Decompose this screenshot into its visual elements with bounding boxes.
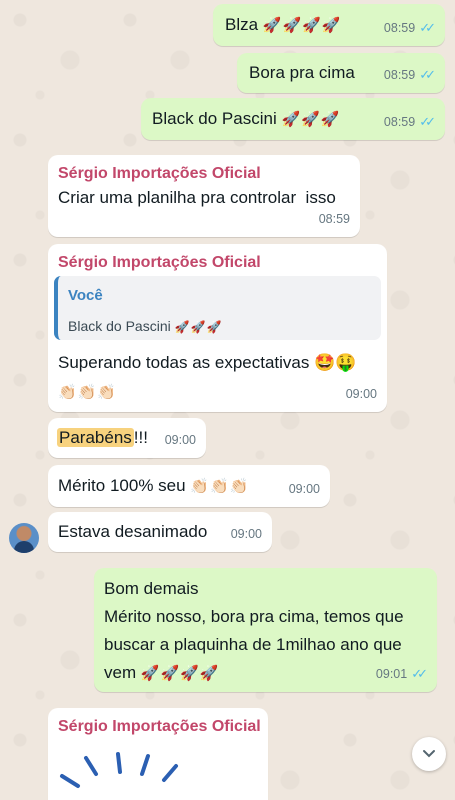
message-meta: 08:59 — [319, 207, 350, 231]
message-meta: 08:59 ✓✓ — [383, 63, 436, 87]
scroll-to-bottom-button[interactable] — [412, 737, 446, 771]
chevron-down-icon — [423, 750, 435, 758]
sticker-image — [60, 752, 178, 788]
sender-avatar[interactable] — [9, 523, 39, 553]
incoming-message[interactable]: Sérgio Importações Oficial — [48, 708, 268, 800]
quote-author: Você — [68, 287, 103, 304]
message-text: Superando todas as expectativas — [58, 353, 310, 372]
message-time: 09:00 — [164, 433, 196, 447]
message-text: Bora pra cima — [249, 63, 355, 82]
quote-text: Black do Pascini — [68, 318, 171, 334]
message-meta: 09:00 — [346, 382, 377, 406]
message-time: 08:59 — [383, 21, 416, 35]
rocket-emoji: 🚀🚀🚀🚀 — [262, 17, 342, 34]
message-time: 09:01 — [375, 667, 408, 681]
message-meta: 08:59 ✓✓ — [383, 110, 436, 134]
incoming-message[interactable]: Mérito 100% seu 👏🏻👏🏻👏🏻 09:00 — [48, 465, 330, 507]
message-text: Black do Pascini — [152, 109, 277, 128]
message-text: Mérito 100% seu — [58, 476, 186, 495]
outgoing-message[interactable]: Bora pra cima 08:59 ✓✓ — [237, 53, 445, 93]
incoming-message[interactable]: Sérgio Importações Oficial Criar uma pla… — [48, 155, 360, 237]
message-time: 08:59 — [383, 115, 416, 129]
read-ticks-icon: ✓✓ — [411, 666, 428, 681]
clap-emoji: 👏🏻👏🏻👏🏻 — [58, 384, 118, 401]
message-time: 09:00 — [288, 482, 320, 496]
message-text: Estava desanimado — [58, 522, 208, 541]
message-text: Criar uma planilha pra controlar isso — [58, 188, 336, 207]
emoji-text: 🤩🤑 — [314, 353, 357, 372]
message-text: Blza — [225, 15, 259, 34]
rocket-emoji: 🚀🚀🚀 — [174, 320, 223, 334]
outgoing-message[interactable]: Blza 🚀🚀🚀🚀 08:59 ✓✓ — [213, 4, 445, 46]
message-line: Bom demais — [104, 579, 199, 598]
message-time: 08:59 — [318, 212, 350, 226]
quoted-message[interactable]: Você Black do Pascini 🚀🚀🚀 — [54, 276, 381, 340]
message-line: buscar a plaquinha de 1milhao ano que — [104, 635, 402, 654]
message-text: !!! — [133, 428, 148, 447]
message-meta: 09:01 ✓✓ — [375, 662, 428, 686]
message-line: vem — [104, 663, 137, 682]
outgoing-message[interactable]: Bom demais Mérito nosso, bora pra cima, … — [94, 568, 437, 692]
message-time: 08:59 — [383, 68, 416, 82]
message-time: 09:00 — [345, 387, 377, 401]
message-line: Mérito nosso, bora pra cima, temos que — [104, 607, 404, 626]
message-meta: 08:59 ✓✓ — [383, 16, 436, 40]
message-meta: 09:00 — [165, 428, 196, 452]
highlighted-text: Parabéns — [57, 428, 134, 447]
incoming-message[interactable]: Sérgio Importações Oficial Você Black do… — [48, 244, 387, 412]
rocket-emoji: 🚀🚀🚀 — [281, 111, 341, 128]
message-meta: 09:00 — [289, 477, 320, 501]
read-ticks-icon: ✓✓ — [419, 67, 436, 82]
message-meta: 09:00 — [231, 522, 262, 546]
outgoing-message[interactable]: Black do Pascini 🚀🚀🚀 08:59 ✓✓ — [141, 98, 445, 140]
incoming-message[interactable]: Estava desanimado 09:00 — [48, 512, 272, 552]
incoming-message[interactable]: Parabéns!!! 09:00 — [48, 418, 206, 458]
clap-emoji: 👏🏻👏🏻👏🏻 — [190, 478, 250, 495]
message-time: 09:00 — [230, 527, 262, 541]
sender-name: Sérgio Importações Oficial — [58, 254, 261, 271]
read-ticks-icon: ✓✓ — [419, 20, 436, 35]
rocket-emoji: 🚀🚀🚀🚀 — [140, 665, 220, 682]
read-ticks-icon: ✓✓ — [419, 114, 436, 129]
sender-name: Sérgio Importações Oficial — [58, 718, 261, 735]
sender-name: Sérgio Importações Oficial — [58, 165, 261, 182]
